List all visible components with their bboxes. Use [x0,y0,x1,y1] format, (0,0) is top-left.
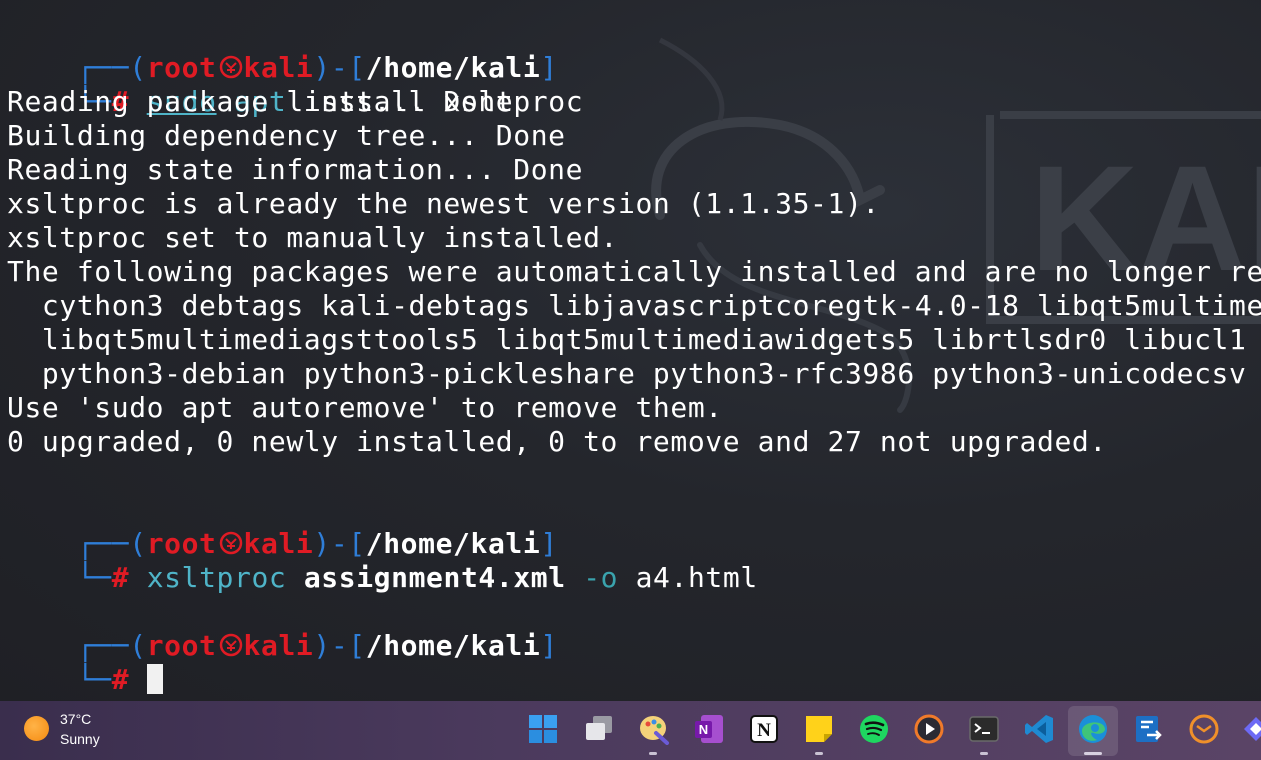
output-line: 0 upgraded, 0 newly installed, 0 to remo… [7,425,1107,458]
output-line: Reading package lists... Done [7,85,514,118]
edge-icon[interactable] [1077,713,1109,745]
prompt-path: /home/kali [365,629,541,662]
media-player-icon[interactable] [913,713,945,745]
prompt-mid: )-[ [313,629,366,662]
prompt-hash: # [111,663,130,696]
command-line-2: └─# xsltproc assignment4.xml -o a4.html [7,527,758,594]
prompt-second-prefix: └─ [76,663,112,696]
sticky-notes-icon[interactable] [803,713,835,745]
prompt-hash: # [111,561,130,594]
prompt-second-prefix: └─ [76,561,112,594]
output-line: libqt5multimediagsttools5 libqt5multimed… [7,323,1261,356]
paint-icon[interactable] [638,713,670,745]
prompt-line-3: ┌──(root kali)-[/home/kali] [7,595,558,662]
command-line-3[interactable]: └─# [7,629,163,696]
taskbar: 37°C Sunny N N [0,701,1261,760]
notion-icon[interactable]: N [748,713,780,745]
output-line: xsltproc set to manually installed. [7,221,619,254]
terminal-icon[interactable] [968,713,1000,745]
output-line: The following packages were automaticall… [7,255,1261,288]
svg-text:N: N [699,722,708,737]
prompt-close: ] [540,629,558,662]
running-indicator-active [1084,752,1102,755]
weather-temp: 37°C [60,711,92,727]
terminal-cursor[interactable] [146,664,163,694]
copilot-icon[interactable] [1240,713,1261,745]
kali-skull-icon [219,633,242,656]
output-line: Building dependency tree... Done [7,119,566,152]
cmd-arg-html: a4.html [635,561,758,594]
task-view-icon[interactable] [583,713,615,745]
output-line: Use 'sudo apt autoremove' to remove them… [7,391,723,424]
output-line: Reading state information... Done [7,153,584,186]
spotify-icon[interactable] [858,713,890,745]
prompt-line-1: ┌──(root kali)-[/home/kali] [7,17,558,84]
weather-condition: Sunny [60,731,100,747]
output-line: xsltproc is already the newest version (… [7,187,880,220]
cmd-xsltproc: xsltproc [146,561,287,594]
weather-widget[interactable]: 37°C Sunny [22,711,142,751]
file-transfer-icon[interactable] [1133,713,1165,745]
vscode-icon[interactable] [1023,713,1055,745]
terminal-window[interactable]: KAL ┌──(rootkali)-[/home/kali] └─# sudo … [0,0,1261,701]
command-line-1: └─# sudo apt install xsltproc [7,51,583,118]
prompt-line-2: ┌──(root kali)-[/home/kali] [7,493,558,560]
onenote-icon[interactable]: N [693,713,725,745]
cmd-flag: -o [583,561,619,594]
svg-text:N: N [757,720,771,741]
running-indicator [980,752,988,755]
sun-icon [24,716,49,741]
running-indicator [649,752,657,755]
output-line: cython3 debtags kali-debtags libjavascri… [7,289,1261,322]
output-line: python3-debian python3-pickleshare pytho… [7,357,1247,390]
prompt-host: kali [243,629,314,662]
mail-icon[interactable] [1188,713,1220,745]
cmd-arg-xml: assignment4.xml [303,561,566,594]
running-indicator [815,752,823,755]
start-menu-icon[interactable] [527,713,559,745]
